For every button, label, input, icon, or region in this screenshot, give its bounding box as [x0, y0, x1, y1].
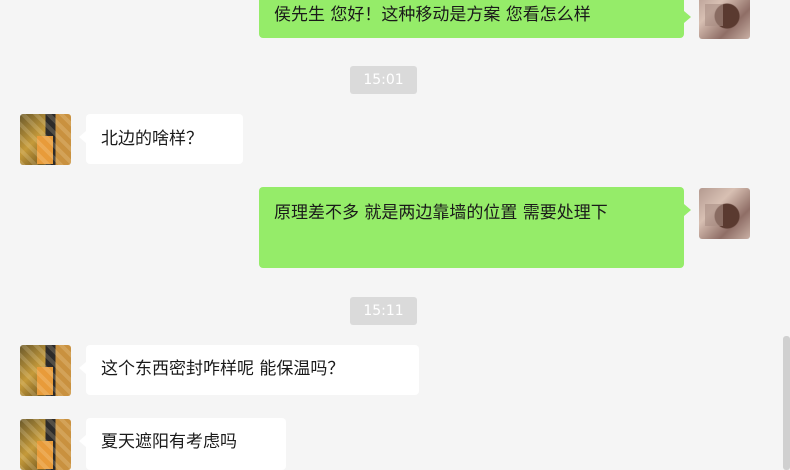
- incoming-message[interactable]: 这个东西密封咋样呢 能保温吗？: [79, 345, 419, 395]
- message-text: 原理差不多 就是两边靠墙的位置 需要处理下: [274, 203, 608, 223]
- timestamp-text: 15:01: [363, 72, 404, 88]
- message-text: 夏天遮阳有考虑吗: [101, 432, 237, 452]
- timestamp: 15:11: [350, 297, 417, 325]
- scrollbar[interactable]: [783, 336, 790, 470]
- message-text: 这个东西密封咋样呢 能保温吗？: [101, 359, 345, 379]
- outgoing-message[interactable]: 原理差不多 就是两边靠墙的位置 需要处理下: [259, 187, 691, 268]
- contact-avatar[interactable]: [20, 419, 71, 470]
- message-text: 北边的啥样？: [101, 129, 203, 149]
- incoming-message[interactable]: 夏天遮阳有考虑吗: [79, 418, 286, 470]
- incoming-message[interactable]: 北边的啥样？: [79, 114, 243, 164]
- self-avatar[interactable]: [699, 0, 750, 39]
- timestamp: 15:01: [350, 66, 417, 94]
- self-avatar[interactable]: [699, 188, 750, 239]
- timestamp-text: 15:11: [363, 303, 404, 319]
- outgoing-message[interactable]: 侯先生 您好！这种移动是方案 您看怎么样: [259, 0, 691, 38]
- message-text: 侯先生 您好！这种移动是方案 您看怎么样: [274, 5, 591, 25]
- contact-avatar[interactable]: [20, 114, 71, 165]
- chat-area: 侯先生 您好！这种移动是方案 您看怎么样 15:01 北边的啥样？ 原理差不多 …: [0, 0, 790, 470]
- contact-avatar[interactable]: [20, 345, 71, 396]
